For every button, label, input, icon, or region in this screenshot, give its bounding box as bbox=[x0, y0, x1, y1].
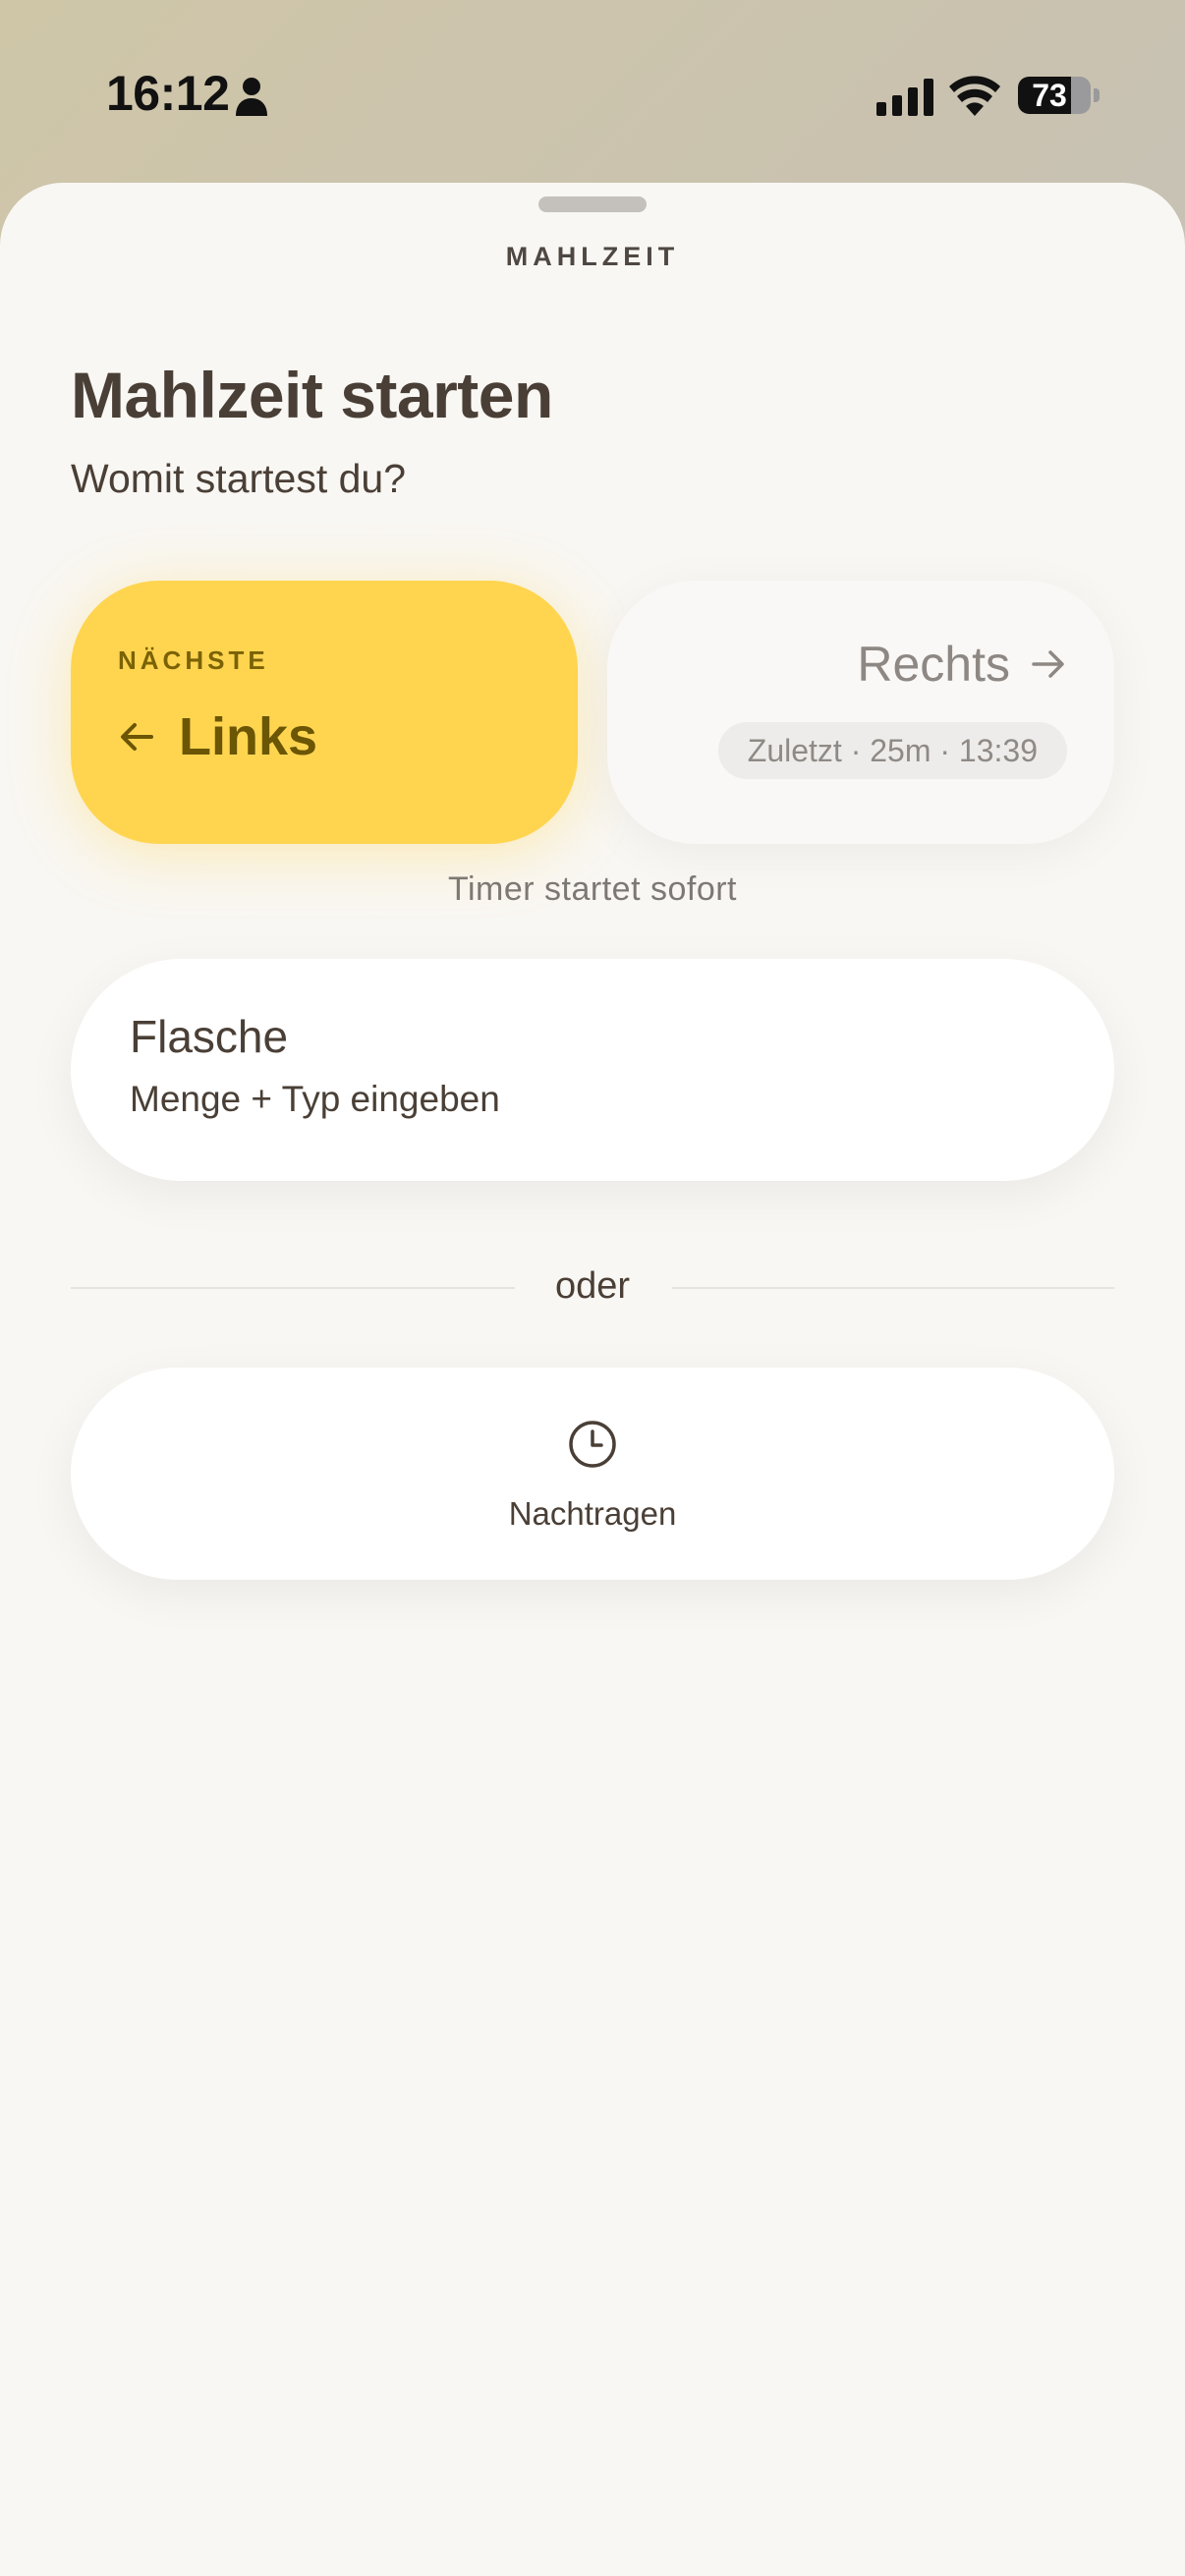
backfill-button[interactable]: Nachtragen bbox=[71, 1368, 1114, 1580]
person-icon bbox=[236, 78, 267, 116]
arrow-right-icon bbox=[1032, 650, 1064, 678]
bottle-subtitle: Menge + Typ eingeben bbox=[130, 1079, 500, 1119]
bottle-title: Flasche bbox=[130, 1011, 289, 1062]
divider-line-right bbox=[672, 1287, 1114, 1289]
status-time: 16:12 bbox=[106, 66, 230, 121]
battery-cap bbox=[1094, 88, 1100, 102]
page-subtitle: Womit startest du? bbox=[71, 456, 407, 501]
clock-icon bbox=[569, 1421, 616, 1468]
next-badge: NÄCHSTE bbox=[118, 645, 269, 675]
last-feed-badge: Zuletzt · 25m · 13:39 bbox=[717, 722, 1067, 779]
page-title: Mahlzeit starten bbox=[71, 359, 553, 431]
right-row: Rechts bbox=[857, 630, 1067, 699]
left-row: Links bbox=[118, 702, 317, 771]
battery-percent: 73 bbox=[1032, 78, 1067, 113]
battery-icon: 73 bbox=[1018, 77, 1100, 114]
sheet-grabber[interactable] bbox=[538, 196, 647, 212]
battery-body: 73 bbox=[1018, 77, 1091, 114]
cellular-signal-icon bbox=[876, 79, 933, 116]
side-left-button[interactable]: NÄCHSTE Links bbox=[71, 581, 578, 844]
wifi-icon bbox=[949, 76, 1000, 116]
meal-sheet: MAHLZEIT Mahlzeit starten Womit startest… bbox=[0, 183, 1185, 2576]
side-right-button[interactable]: Rechts Zuletzt · 25m · 13:39 bbox=[607, 581, 1114, 844]
backfill-label: Nachtragen bbox=[508, 1495, 677, 1532]
side-right-label: Rechts bbox=[857, 637, 1010, 692]
timer-hint: Timer startet sofort bbox=[447, 870, 738, 908]
status-bar: 16:12 73 bbox=[0, 0, 1185, 177]
arrow-left-icon bbox=[121, 723, 153, 751]
sheet-label: MAHLZEIT bbox=[505, 242, 680, 271]
side-left-label: Links bbox=[179, 707, 318, 766]
bottle-button[interactable]: Flasche Menge + Typ eingeben bbox=[71, 959, 1114, 1181]
